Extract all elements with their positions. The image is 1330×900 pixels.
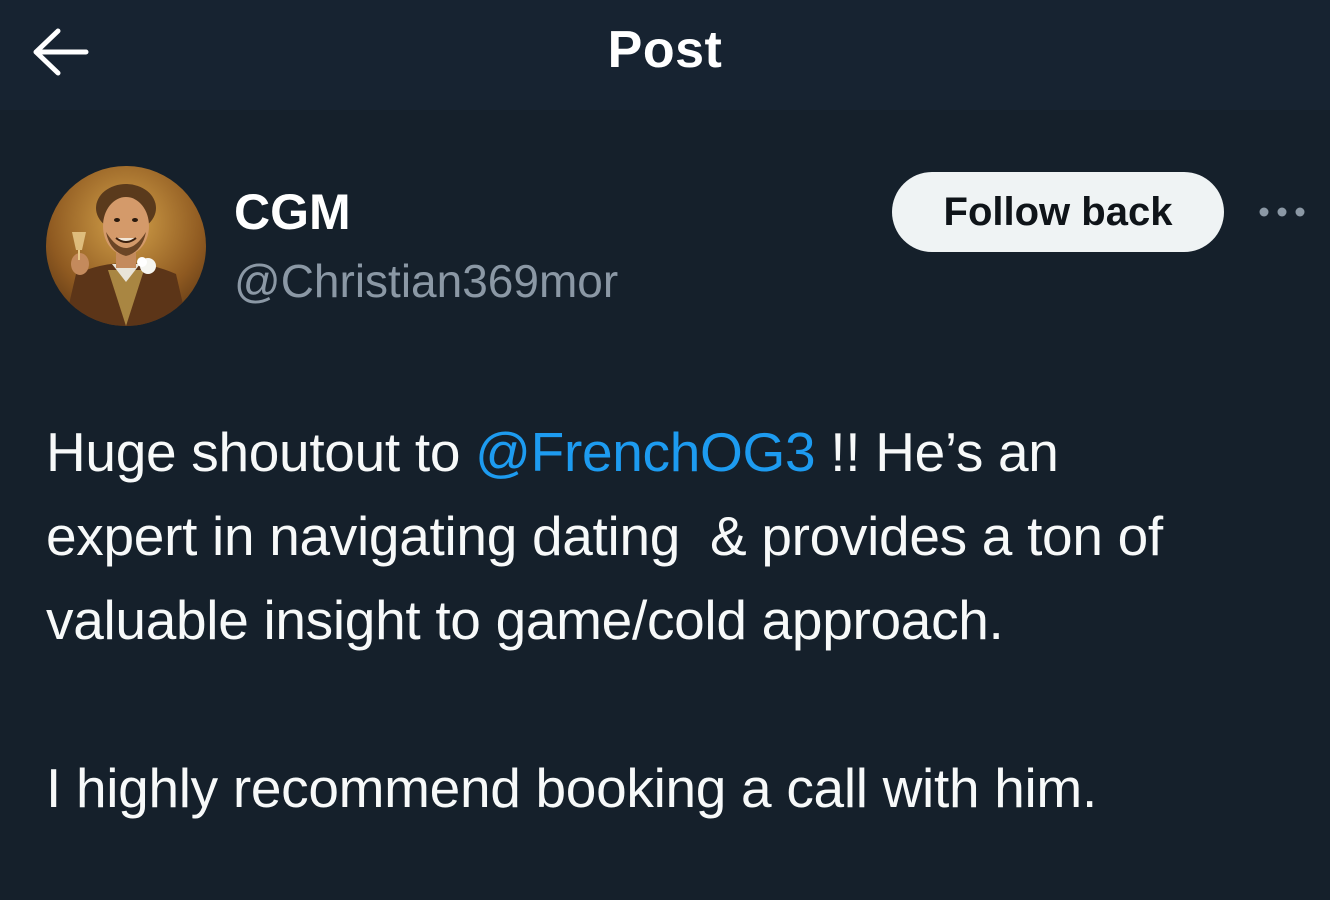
post-body: Huge shoutout to @FrenchOG3 !! He’s an e… bbox=[46, 410, 1316, 830]
user-handle[interactable]: @Christian369mor bbox=[234, 252, 618, 310]
paragraph-break bbox=[46, 662, 1316, 746]
post-text-segment: Huge shoutout to bbox=[46, 421, 476, 483]
avatar-image bbox=[46, 166, 206, 326]
post-detail-screen: Post CGM @Christian369mor Follow back Hu… bbox=[0, 0, 1330, 900]
more-horizontal-icon bbox=[1259, 207, 1305, 217]
mention-link[interactable]: @FrenchOG3 bbox=[475, 421, 815, 483]
page-title: Post bbox=[607, 21, 723, 79]
post-text-segment: !! He’s an bbox=[815, 421, 1059, 483]
post-line-2: expert in navigating dating & provides a… bbox=[46, 505, 1163, 567]
display-name[interactable]: CGM bbox=[234, 182, 351, 242]
avatar[interactable] bbox=[46, 166, 206, 326]
post-line-1: Huge shoutout to @FrenchOG3 !! He’s an bbox=[46, 410, 1316, 494]
follow-back-button[interactable]: Follow back bbox=[892, 172, 1224, 252]
more-options-button[interactable] bbox=[1254, 194, 1310, 230]
top-bar: Post bbox=[0, 0, 1330, 110]
post-line-4: I highly recommend booking a call with h… bbox=[46, 757, 1097, 819]
post-line-3: valuable insight to game/cold approach. bbox=[46, 589, 1004, 651]
